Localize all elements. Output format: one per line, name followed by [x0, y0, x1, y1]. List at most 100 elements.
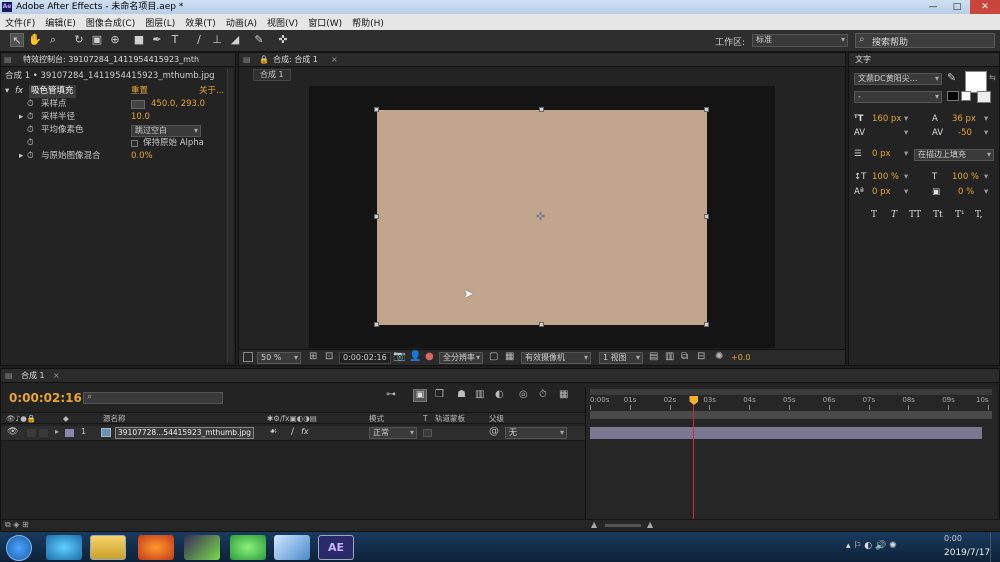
menu-edit[interactable]: 编辑(E): [40, 16, 81, 29]
media-player-taskbar-icon[interactable]: [46, 535, 82, 560]
expand-triangle-icon[interactable]: ▸: [19, 111, 23, 124]
clone-tool-icon[interactable]: ⊥: [210, 33, 224, 47]
resize-handle[interactable]: [374, 107, 379, 112]
shy-switch-icon[interactable]: ☙: [269, 427, 277, 437]
dropdown-arrow-icon[interactable]: ▾: [904, 186, 908, 199]
menu-view[interactable]: 视图(V): [262, 16, 303, 29]
hide-shy-icon[interactable]: ☗: [457, 389, 466, 400]
workspace-select[interactable]: 标准: [752, 34, 848, 47]
quality-switch-icon[interactable]: ∕: [291, 427, 294, 437]
crosshair-icon[interactable]: [131, 100, 145, 109]
zoom-select[interactable]: 50 %: [257, 352, 301, 364]
maximize-button[interactable]: □: [946, 0, 968, 14]
notes-taskbar-icon[interactable]: [274, 535, 310, 560]
lock-icon[interactable]: 🔒: [259, 53, 269, 67]
leading-value[interactable]: 36 px: [952, 113, 976, 126]
firefox-taskbar-icon[interactable]: [138, 535, 174, 560]
parent-select[interactable]: 无: [505, 427, 567, 439]
dropdown-arrow-icon[interactable]: ▾: [904, 127, 908, 140]
start-button[interactable]: [6, 535, 32, 561]
refresh-app-taskbar-icon[interactable]: [230, 535, 266, 560]
motion-blur-icon[interactable]: ◐: [495, 389, 504, 400]
visibility-eye-icon[interactable]: 👁: [7, 427, 18, 437]
resize-handle[interactable]: [539, 107, 544, 112]
tab-timeline[interactable]: 合成 1: [21, 369, 45, 383]
fast-preview-icon[interactable]: ▥: [665, 351, 674, 362]
pick-whip-icon[interactable]: @: [489, 426, 499, 437]
preserve-transparency-toggle[interactable]: [423, 429, 432, 437]
resize-handle[interactable]: [704, 214, 709, 219]
minimize-button[interactable]: —: [922, 0, 944, 14]
zoom-slider[interactable]: [605, 524, 641, 527]
dropdown-arrow-icon[interactable]: ▾: [904, 113, 908, 126]
tab-composition[interactable]: 合成: 合成 1: [273, 53, 318, 67]
channel-icon[interactable]: ●: [425, 351, 434, 362]
dropdown-arrow-icon[interactable]: ▾: [984, 186, 988, 199]
resize-handle[interactable]: [704, 107, 709, 112]
toggle-switches-icon[interactable]: ⧉ ◈ ⊞: [5, 520, 29, 530]
font-style-select[interactable]: -: [854, 91, 942, 103]
font-family-select[interactable]: 文鼎DC黄阳尖...: [854, 73, 942, 85]
frame-blending-icon[interactable]: ▥: [475, 389, 484, 400]
fx-badge[interactable]: fx: [15, 85, 23, 98]
draft-3d-icon[interactable]: ❒: [435, 389, 444, 400]
white-swatch[interactable]: [961, 91, 971, 101]
subscript-button[interactable]: T,: [975, 209, 983, 222]
baseline-shift-value[interactable]: 0 px: [872, 186, 891, 199]
layer-duration-bar[interactable]: [590, 427, 982, 439]
stroke-color-swatch[interactable]: [977, 91, 991, 103]
comp-mini-flowchart-icon[interactable]: ⊶: [386, 389, 396, 400]
faux-italic-button[interactable]: T: [891, 209, 897, 222]
stopwatch-icon[interactable]: ⏱: [27, 137, 34, 150]
playhead[interactable]: [689, 396, 699, 522]
header-mode[interactable]: 模式: [369, 413, 384, 424]
exposure-icon[interactable]: ✺: [715, 351, 723, 362]
prop-value[interactable]: 10.0: [131, 111, 150, 124]
puppet-tool-icon[interactable]: ✜: [276, 33, 290, 47]
vertical-scale-value[interactable]: 100 %: [872, 171, 899, 184]
dropdown-arrow-icon[interactable]: ▾: [984, 113, 988, 126]
stopwatch-icon[interactable]: ⏱: [27, 98, 34, 111]
layer-search-field[interactable]: ⌕: [83, 392, 223, 404]
tray-icons[interactable]: ▴ ⚐ ◐ 🔊 ✺: [846, 541, 897, 551]
expand-triangle-icon[interactable]: ▸: [19, 150, 23, 163]
camera-tool-icon[interactable]: ▣: [90, 33, 104, 47]
black-swatch[interactable]: [947, 91, 959, 101]
prop-value[interactable]: 450.0, 293.0: [151, 98, 205, 111]
scrollbar[interactable]: [227, 69, 233, 363]
explorer-taskbar-icon[interactable]: [90, 535, 126, 560]
resize-handle[interactable]: [374, 214, 379, 219]
views-select[interactable]: 1 视图: [599, 352, 643, 364]
after-effects-taskbar-icon[interactable]: AE: [318, 535, 354, 560]
time-ruler[interactable]: 0:00s 01s 02s 03s 04s 05s 06s 07s 08s 09s 10s: [590, 396, 992, 410]
tab-close-icon[interactable]: ×: [331, 53, 338, 67]
menu-composition[interactable]: 图像合成(C): [81, 16, 140, 29]
roto-tool-icon[interactable]: ✎: [252, 33, 266, 47]
brainstorm-icon[interactable]: ◎: [519, 389, 528, 400]
layer-row[interactable]: 👁 ▸ 1 39107728...54415923_mthumb.jpg ☙ ∕…: [1, 426, 585, 441]
all-caps-button[interactable]: TT: [909, 209, 921, 222]
live-update-icon[interactable]: ▣: [413, 389, 427, 402]
resize-handle[interactable]: [374, 322, 379, 327]
zoom-tool-icon[interactable]: ⌕: [46, 33, 60, 47]
text-tool-icon[interactable]: T: [168, 33, 182, 47]
stopwatch-icon[interactable]: ⏱: [27, 150, 34, 163]
faux-bold-button[interactable]: T: [871, 209, 877, 222]
show-desktop-button[interactable]: [990, 532, 1000, 562]
tray-date[interactable]: 2019/7/17: [944, 548, 990, 558]
tab-character[interactable]: 文字: [855, 53, 871, 67]
app-taskbar-icon[interactable]: [184, 535, 220, 560]
region-icon[interactable]: ▢: [489, 351, 498, 362]
comp-viewer[interactable]: ✜ ➤: [309, 86, 775, 348]
show-snapshot-icon[interactable]: 👤: [409, 351, 421, 362]
superscript-button[interactable]: T¹: [955, 209, 965, 222]
label-color-swatch[interactable]: [65, 429, 74, 437]
transparency-grid-icon[interactable]: ▦: [505, 351, 514, 362]
small-caps-button[interactable]: Tt: [933, 209, 943, 222]
snapshot-icon[interactable]: 📷: [393, 351, 405, 362]
pan-behind-tool-icon[interactable]: ⊕: [108, 33, 122, 47]
search-help-field[interactable]: ⌕ 搜索帮助: [855, 33, 995, 48]
work-area-bar[interactable]: [590, 389, 992, 395]
timeline-icon[interactable]: ⧉: [681, 351, 688, 362]
audio-toggle[interactable]: [27, 429, 36, 437]
